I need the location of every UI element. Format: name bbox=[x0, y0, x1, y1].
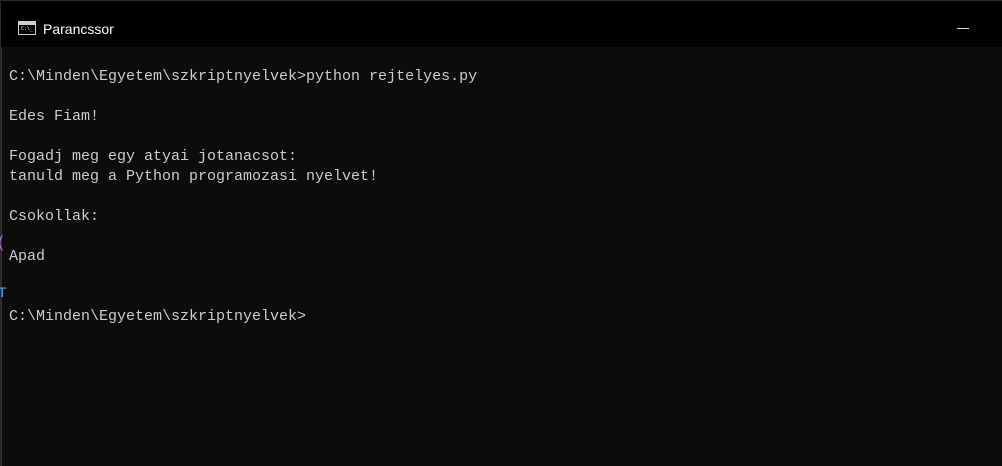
minimize-icon bbox=[957, 28, 969, 29]
window-title: Parancssor bbox=[43, 21, 114, 37]
minimize-button[interactable] bbox=[941, 15, 987, 45]
background-window-glyph: T bbox=[0, 284, 7, 300]
console-line: Fogadj meg egy atyai jotanacsot: bbox=[9, 148, 298, 165]
console-line: C:\Minden\Egyetem\szkriptnyelvek>python … bbox=[9, 68, 478, 85]
background-window-glyph: ( bbox=[0, 234, 3, 252]
console-line: Apad bbox=[9, 248, 46, 265]
title-bar[interactable]: C:\_ Parancssor bbox=[1, 1, 1002, 47]
command-prompt-window: C:\_ Parancssor C:\Minden\Egyetem\szkrip… bbox=[0, 0, 1002, 466]
console-line: tanuld meg a Python programozasi nyelvet… bbox=[9, 168, 379, 185]
window-left-border bbox=[1, 47, 2, 466]
console-prompt-line: C:\Minden\Egyetem\szkriptnyelvek> bbox=[9, 308, 307, 325]
cmd-icon-text: C:\_ bbox=[21, 26, 34, 32]
console-output[interactable]: C:\Minden\Egyetem\szkriptnyelvek>python … bbox=[9, 67, 989, 457]
cmd-icon[interactable]: C:\_ bbox=[18, 21, 36, 35]
console-line: Csokollak: bbox=[9, 208, 100, 225]
console-line: Edes Fiam! bbox=[9, 108, 100, 125]
